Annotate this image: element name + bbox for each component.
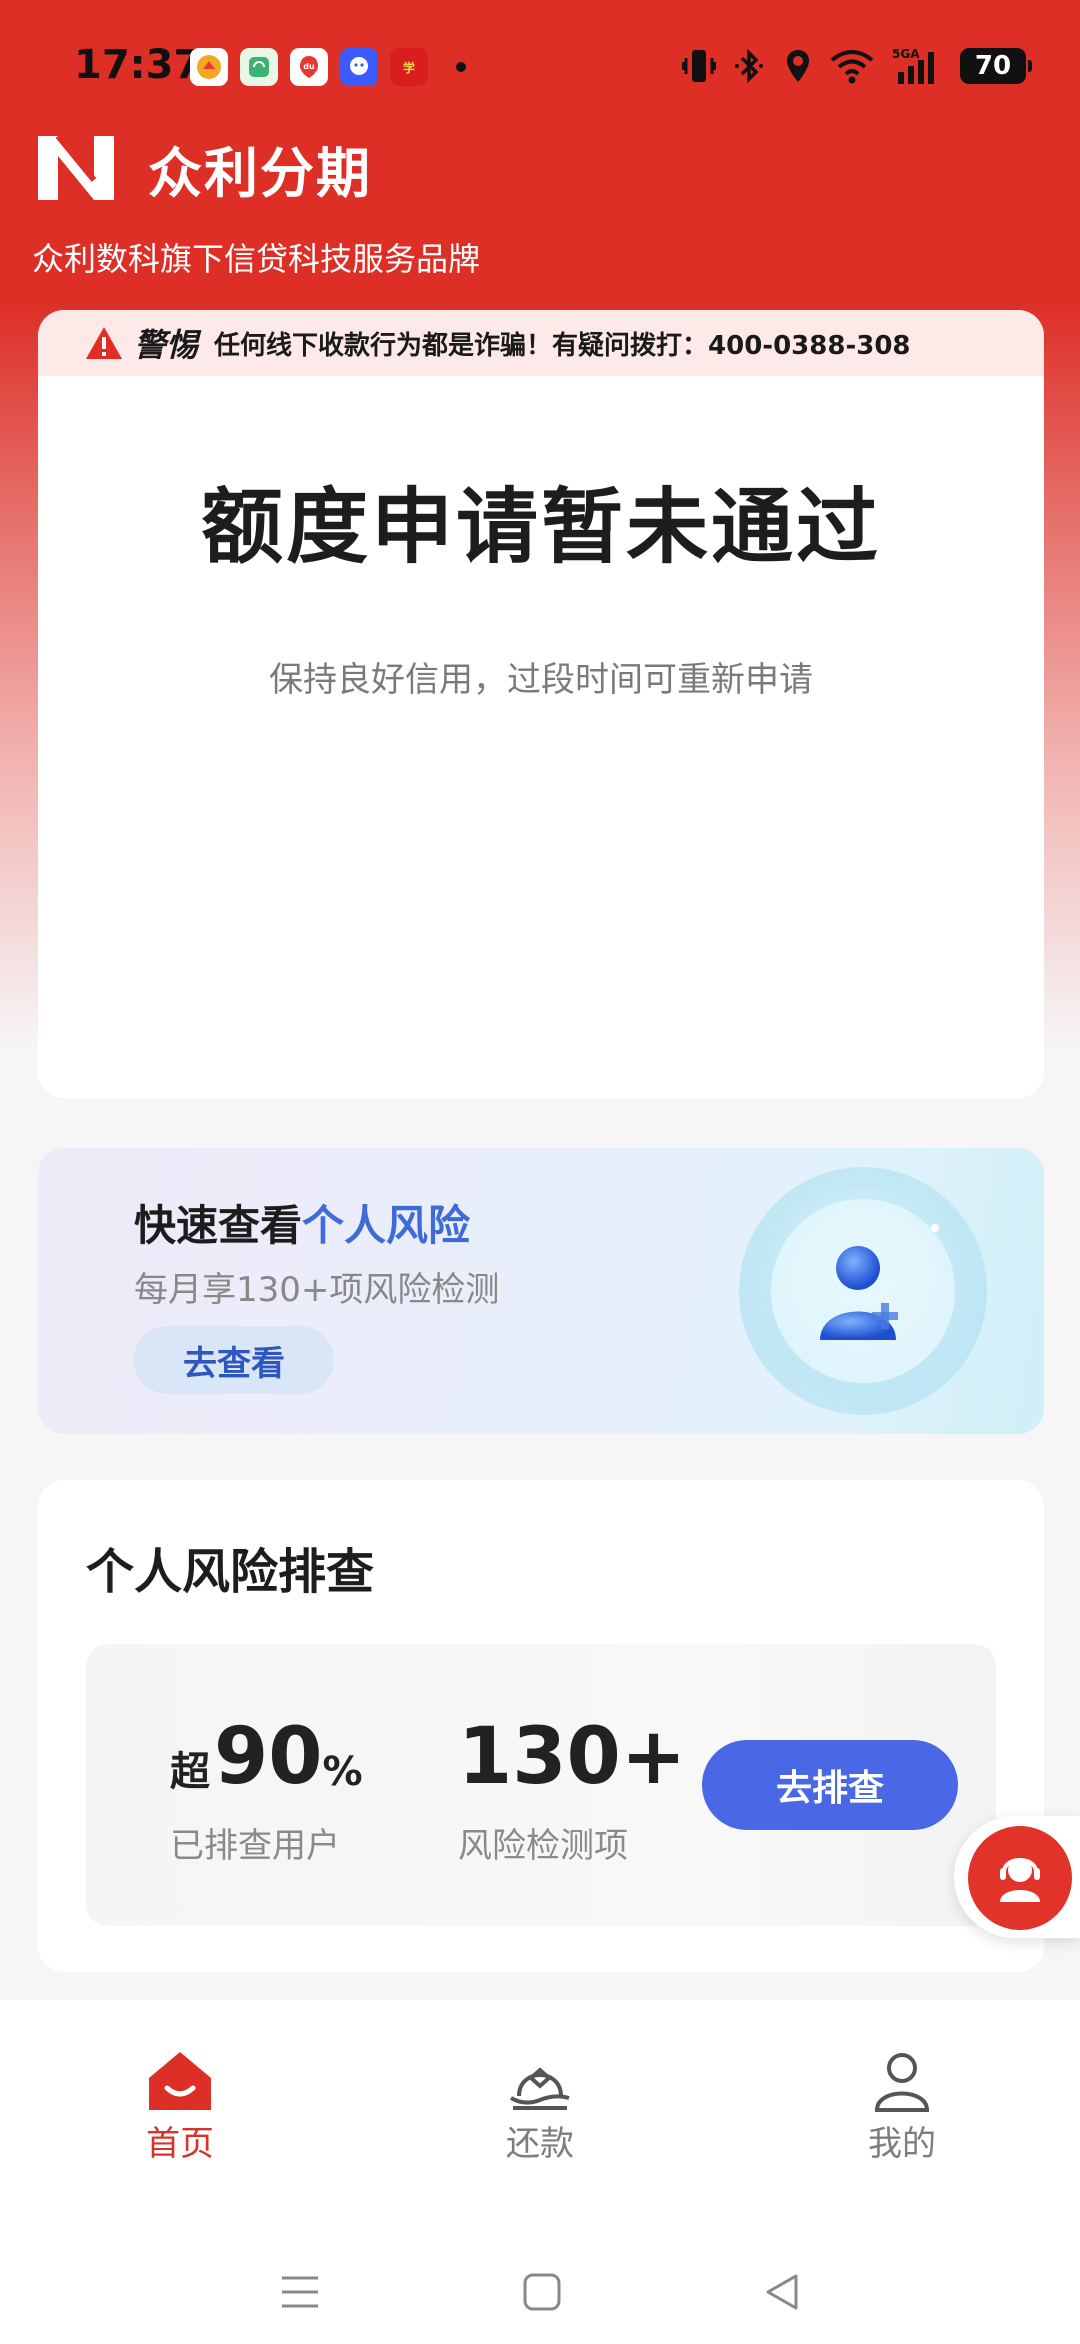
stat-prefix: 超 xyxy=(170,1749,210,1795)
customer-service-button[interactable] xyxy=(954,1816,1080,1938)
checked-users-stat: 超 90 % 已排查用户 xyxy=(170,1718,363,1867)
stat-suffix: % xyxy=(322,1749,363,1795)
more-notifications-dot xyxy=(456,62,466,72)
application-result-card: 警惕 任何线下收款行为都是诈骗！有疑问拨打：400-0388-308 额度申请暂… xyxy=(38,310,1044,1098)
brand-subtitle: 众利数科旗下信贷科技服务品牌 xyxy=(32,240,481,278)
warning-icon xyxy=(86,327,122,359)
status-time: 17:37 xyxy=(74,42,202,88)
brand-name: 众利分期 xyxy=(148,141,372,205)
risk-banner-title-highlight: 个人风险 xyxy=(302,1201,471,1250)
bluetooth-icon xyxy=(734,46,766,86)
du-app-icon: du xyxy=(290,48,328,86)
warning-title: 警惕 xyxy=(134,326,199,364)
vibrate-icon xyxy=(682,46,716,86)
tab-home-label: 首页 xyxy=(146,2124,214,2164)
wifi-icon xyxy=(830,46,874,86)
sparkle-app-icon xyxy=(190,48,228,86)
bottom-tab-bar: 首页 还款 我的 xyxy=(0,2000,1080,2344)
status-bar: 17:37 du 学 5GA 70 xyxy=(0,0,1080,140)
qq-app-icon xyxy=(340,48,378,86)
risk-items-label: 风险检测项 xyxy=(458,1826,628,1866)
checked-users-label: 已排查用户 xyxy=(170,1826,340,1866)
customer-service-icon xyxy=(968,1826,1072,1930)
svg-text:学: 学 xyxy=(403,60,415,75)
battery-indicator: 70 xyxy=(960,48,1032,84)
share-app-icon xyxy=(240,48,278,86)
view-risk-button[interactable]: 去查看 xyxy=(134,1326,334,1394)
risk-shield-illustration-icon xyxy=(739,1167,987,1415)
fraud-warning-bar: 警惕 任何线下收款行为都是诈骗！有疑问拨打：400-0388-308 xyxy=(38,310,1044,376)
study-app-icon: 学 xyxy=(390,48,428,86)
checked-users-value: 超 90 % xyxy=(170,1718,363,1796)
result-title: 额度申请暂未通过 xyxy=(200,480,881,575)
svg-text:du: du xyxy=(303,62,315,71)
svg-text:5GA: 5GA xyxy=(892,47,920,61)
risk-check-panel: 超 90 % 已排查用户 130+ 风险检测项 去排查 xyxy=(86,1644,996,1926)
result-subtitle: 保持良好信用，过段时间可重新申请 xyxy=(269,660,813,700)
app-screen: 17:37 du 学 5GA 70 众利分期 众利数科旗下信贷科技服务品牌 警惕… xyxy=(0,0,1080,2344)
tab-repay-label: 还款 xyxy=(506,2124,574,2164)
risk-banner-title: 快速查看个人风险 xyxy=(134,1192,470,1253)
risk-items-stat: 130+ 风险检测项 xyxy=(458,1718,686,1867)
brand-header: 众利分期 xyxy=(32,128,372,208)
stat-value: 90 xyxy=(214,1712,323,1802)
risk-banner-description: 每月享130+项风险检测 xyxy=(134,1270,500,1310)
profile-icon xyxy=(874,2053,930,2112)
repay-icon xyxy=(510,2067,570,2110)
cellular-signal-icon: 5GA xyxy=(892,46,942,86)
home-icon xyxy=(149,2052,211,2110)
risk-banner-title-prefix: 快速查看 xyxy=(134,1201,303,1250)
brand-logo-icon xyxy=(38,134,114,200)
tab-profile[interactable]: 我的 xyxy=(802,2048,1002,2165)
back-nav-icon[interactable] xyxy=(762,2272,802,2312)
risk-check-card: 个人风险排查 超 90 % 已排查用户 130+ 风险检测项 去排查 xyxy=(38,1480,1044,1972)
risk-items-value: 130+ xyxy=(458,1712,687,1802)
tab-profile-label: 我的 xyxy=(868,2124,936,2164)
start-risk-check-button[interactable]: 去排查 xyxy=(702,1740,958,1830)
location-icon xyxy=(784,46,812,86)
system-icons: 5GA 70 xyxy=(682,46,1032,86)
notification-icons: du 学 xyxy=(190,48,466,86)
risk-check-title: 个人风险排查 xyxy=(86,1544,375,1600)
menu-nav-icon[interactable] xyxy=(280,2272,320,2312)
tab-home[interactable]: 首页 xyxy=(80,2048,280,2165)
tab-repay[interactable]: 还款 xyxy=(440,2048,640,2165)
warning-text: 任何线下收款行为都是诈骗！有疑问拨打：400-0388-308 xyxy=(214,330,911,361)
risk-quick-view-banner[interactable]: 快速查看个人风险 每月享130+项风险检测 去查看 xyxy=(38,1148,1044,1434)
home-nav-icon[interactable] xyxy=(522,2272,562,2312)
